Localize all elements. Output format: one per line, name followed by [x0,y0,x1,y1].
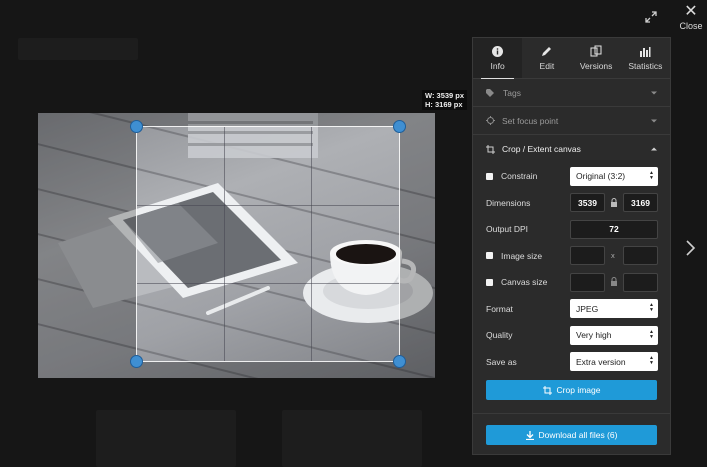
constrain-select[interactable]: Original (3:2) ▲ ▼ [570,166,658,186]
select-arrows-icon: ▲ ▼ [649,302,654,314]
crop-icon [486,144,495,154]
download-all-label: Download all files (6) [538,430,618,440]
chevron-right-icon [686,240,696,256]
image-size-height-input[interactable] [623,246,658,266]
save-as-value: Extra version [576,356,626,367]
details-panel: Info Edit Versions Statistics Tags Set f… [472,37,671,455]
dimension-height: H: 3169 px [425,100,463,109]
crop-handle-top-left[interactable] [130,120,143,133]
tab-statistics-label: Statistics [628,60,663,71]
close-button[interactable]: ✕ Close [678,3,704,32]
chevron-down-icon [651,91,657,94]
section-focus-point[interactable]: Set focus point [473,107,670,135]
close-label: Close [679,21,703,31]
constrain-value: Original (3:2) [576,171,626,182]
section-tags-label: Tags [503,87,521,98]
crop-grid [137,127,399,361]
format-value: JPEG [576,303,599,314]
constrain-checkbox[interactable] [486,172,493,180]
select-arrows-icon: ▲ ▼ [649,169,654,181]
chevron-down-icon [651,119,657,122]
dimension-readout: W: 3539 px H: 3169 px [422,90,468,110]
crosshair-icon [486,116,495,125]
tab-statistics[interactable]: Statistics [621,38,670,78]
select-arrows-icon: ▲ ▼ [649,328,654,340]
pencil-icon [542,46,552,56]
dimension-width: W: 3539 px [425,91,465,100]
dpi-input[interactable]: 72 [570,219,658,239]
row-format: Format JPEG ▲ ▼ [473,296,670,323]
dimensions-width-input[interactable]: 3539 [570,193,605,213]
section-focus-label: Set focus point [502,115,559,126]
crop-handle-bottom-right[interactable] [393,355,406,368]
download-all-button[interactable]: Download all files (6) [486,425,657,445]
download-icon [525,430,534,440]
background-thumbnail-ghost [96,410,236,467]
tab-info[interactable]: Info [473,38,523,79]
row-canvas-size: Canvas size [473,269,670,296]
save-as-select[interactable]: Extra version ▲ ▼ [570,352,658,372]
tab-versions-label: Versions [579,61,613,71]
close-icon: ✕ [684,3,698,20]
section-crop-label: Crop / Extent canvas [502,144,581,154]
canvas-size-height-input[interactable] [623,272,658,292]
save-as-label: Save as [486,356,517,367]
image-size-width-input[interactable] [570,246,605,266]
crop-image-button[interactable]: Crop image [486,380,657,400]
crop-handle-bottom-left[interactable] [130,355,143,368]
panel-divider [473,413,670,414]
quality-select[interactable]: Very high ▲ ▼ [570,325,658,345]
format-label: Format [486,303,513,314]
row-save-as: Save as Extra version ▲ ▼ [473,349,670,376]
tab-versions[interactable]: Versions [572,38,621,78]
dpi-label: Output DPI [486,224,529,235]
versions-icon [590,45,602,57]
tag-icon [486,88,494,97]
background-thumbnail-ghost [282,410,422,467]
row-output-dpi: Output DPI 72 [473,216,670,243]
dimensions-height-input[interactable]: 3169 [623,193,658,213]
section-tags[interactable]: Tags [473,79,670,107]
crop-selection[interactable] [136,126,400,362]
expand-icon [645,11,657,23]
section-crop[interactable]: Crop / Extent canvas [473,135,670,163]
canvas-size-width-input[interactable] [570,272,605,292]
format-select[interactable]: JPEG ▲ ▼ [570,299,658,319]
row-dimensions: Dimensions 3539 3169 [473,190,670,217]
fullscreen-button[interactable] [644,10,658,24]
crop-image-label: Crop image [556,385,601,395]
crop-icon [542,385,552,395]
tab-info-label: Info [490,60,505,71]
info-icon [492,45,504,57]
tab-edit-label: Edit [539,60,555,71]
dimensions-label: Dimensions [486,197,531,208]
panel-tabs: Info Edit Versions Statistics [473,38,670,79]
select-arrows-icon: ▲ ▼ [649,355,654,367]
tab-edit[interactable]: Edit [522,38,571,78]
chevron-up-icon [651,147,657,151]
bar-chart-icon [640,46,651,57]
image-size-separator: x [611,251,615,261]
lock-icon[interactable] [610,197,618,208]
row-image-size: Image size x [473,243,670,270]
row-constrain: Constrain Original (3:2) ▲ ▼ [473,163,670,190]
quality-value: Very high [576,330,612,341]
lock-icon[interactable] [610,277,618,287]
row-quality: Quality Very high ▲ ▼ [473,322,670,349]
crop-handle-top-right[interactable] [393,120,406,133]
next-image-button[interactable] [683,238,697,258]
background-header-ghost [18,38,138,60]
image-size-checkbox[interactable] [486,252,493,260]
quality-label: Quality [486,330,513,341]
canvas-size-checkbox[interactable] [486,278,493,286]
